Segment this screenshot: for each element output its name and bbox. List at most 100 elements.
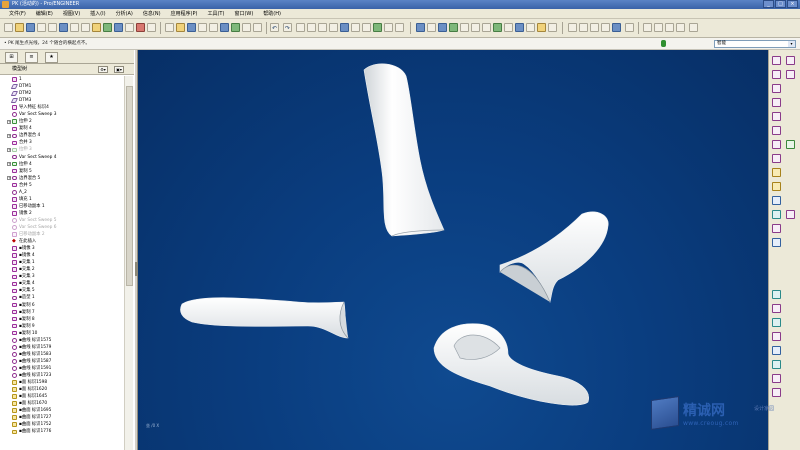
- tree-item[interactable]: intersect-icon▪交集 4: [0, 280, 124, 287]
- tree-item[interactable]: surface-icon▪曲面 标识1752: [0, 421, 124, 428]
- tab-folder-browser[interactable]: ≡: [25, 52, 38, 63]
- select-icon[interactable]: [362, 23, 371, 32]
- tree-item[interactable]: sweep-iconVar Sect Sweep 6: [0, 224, 124, 231]
- undo-icon[interactable]: ↶: [270, 23, 279, 32]
- sketch-icon[interactable]: [70, 23, 79, 32]
- round-tool-icon[interactable]: [772, 290, 781, 299]
- view-manager2-icon[interactable]: [526, 23, 535, 32]
- new-doc-icon[interactable]: [165, 23, 174, 32]
- shell-tool-icon[interactable]: [772, 332, 781, 341]
- zoom-box-icon[interactable]: [114, 23, 123, 32]
- datum-point-tool-icon[interactable]: [772, 84, 781, 93]
- points-tool-icon[interactable]: [772, 140, 781, 149]
- repaint-icon[interactable]: [92, 23, 101, 32]
- layers-icon[interactable]: [515, 23, 524, 32]
- tree-item[interactable]: curve-icon▪曲线 标识1587: [0, 358, 124, 365]
- tab-favorites[interactable]: ★: [45, 52, 58, 63]
- model-setup-icon[interactable]: [136, 23, 145, 32]
- menu-applications[interactable]: 应用程序(P): [166, 9, 203, 19]
- redo-icon[interactable]: ↷: [283, 23, 292, 32]
- graphics-viewport[interactable]: 坐 /0 X: [138, 50, 768, 450]
- menu-view[interactable]: 视图(V): [58, 9, 85, 19]
- layer-icon[interactable]: [147, 23, 156, 32]
- view-manager-icon[interactable]: [125, 23, 134, 32]
- expand-toggle-icon[interactable]: +: [7, 147, 11, 152]
- refit-icon[interactable]: [482, 23, 491, 32]
- save-doc-icon[interactable]: [187, 23, 196, 32]
- tree-item[interactable]: surface-icon▪面 标识1598: [0, 379, 124, 386]
- menu-insert[interactable]: 插入(I): [85, 9, 110, 19]
- tree-item[interactable]: copy-icon复制 4: [0, 125, 124, 132]
- tree-item[interactable]: +extrude-icon拉伸 4: [0, 161, 124, 168]
- open-doc-icon[interactable]: [176, 23, 185, 32]
- tree-item[interactable]: style-icon▪造型 1: [0, 294, 124, 301]
- boundary-tool-icon[interactable]: [786, 210, 795, 219]
- tree-item[interactable]: surface-icon▪曲面 标识1695: [0, 407, 124, 414]
- datum-plane-tool-icon[interactable]: [772, 56, 781, 65]
- coord-sys-icon[interactable]: [676, 23, 685, 32]
- reorient-icon[interactable]: [493, 23, 502, 32]
- print-icon[interactable]: [37, 23, 46, 32]
- tree-filters-button[interactable]: ▣▾: [114, 66, 124, 73]
- rib-tool-icon[interactable]: [772, 346, 781, 355]
- print-doc-icon[interactable]: [198, 23, 207, 32]
- menu-edit[interactable]: 编辑(E): [31, 9, 58, 19]
- draft-tool-icon[interactable]: [772, 318, 781, 327]
- minimize-button[interactable]: _: [763, 0, 774, 8]
- mirror-tool-icon[interactable]: [772, 374, 781, 383]
- tree-item[interactable]: surface-icon▪面 标识1645: [0, 393, 124, 400]
- curve-tool-icon[interactable]: [786, 70, 795, 79]
- tree-settings-button[interactable]: ⚙▾: [98, 66, 108, 73]
- open-file-icon[interactable]: [15, 23, 24, 32]
- chamfer-tool-icon[interactable]: [772, 304, 781, 313]
- tree-item[interactable]: curve-icon▪曲线 标识1591: [0, 365, 124, 372]
- tree-item[interactable]: copy-icon复制 5: [0, 168, 124, 175]
- perspective-icon[interactable]: [548, 23, 557, 32]
- tree-item[interactable]: copy-icon▪复制 8: [0, 316, 124, 323]
- zoom-in-icon[interactable]: [460, 23, 469, 32]
- orient-icon[interactable]: [103, 23, 112, 32]
- datum-axes-icon[interactable]: [449, 23, 458, 32]
- binoculars-icon[interactable]: [373, 23, 382, 32]
- tree-item[interactable]: curve-iconA_2: [0, 189, 124, 196]
- graphics-icon[interactable]: [59, 23, 68, 32]
- email-icon[interactable]: [48, 23, 57, 32]
- tree-item[interactable]: import-feature-icon导入特征 标识4: [0, 104, 124, 111]
- regenerate-icon[interactable]: [253, 23, 262, 32]
- copy-icon[interactable]: [307, 23, 316, 32]
- menu-info[interactable]: 信息(N): [138, 9, 166, 19]
- send-doc-icon[interactable]: [209, 23, 218, 32]
- tree-item[interactable]: surface-icon▪曲面 标识1727: [0, 414, 124, 421]
- paste-special-icon[interactable]: [329, 23, 338, 32]
- tree-item[interactable]: moved-copy-icon已移动副本 2: [0, 231, 124, 238]
- tree-item[interactable]: merge-icon合并 5: [0, 182, 124, 189]
- paste-icon[interactable]: [318, 23, 327, 32]
- delete-icon[interactable]: [340, 23, 349, 32]
- green-feature-icon[interactable]: [786, 140, 795, 149]
- cut-icon[interactable]: [296, 23, 305, 32]
- extrude-tool-icon[interactable]: [772, 168, 781, 177]
- coord-sys-tool-icon[interactable]: [772, 98, 781, 107]
- tree-item[interactable]: merge-icon合并 3: [0, 139, 124, 146]
- tree-item[interactable]: surface-icon▪面 标识1670: [0, 400, 124, 407]
- tree-item[interactable]: surface-icon▪曲面 标识1776: [0, 428, 124, 435]
- revolve-tool-icon[interactable]: [772, 182, 781, 191]
- save-icon[interactable]: [26, 23, 35, 32]
- datum-axis-toggle-icon[interactable]: [654, 23, 663, 32]
- datum-points-icon[interactable]: [665, 23, 674, 32]
- analysis-tool-icon[interactable]: [772, 112, 781, 121]
- new-file-icon[interactable]: [4, 23, 13, 32]
- tree-item[interactable]: curve-icon▪曲线 标识1579: [0, 344, 124, 351]
- datum-planes-icon[interactable]: [643, 23, 652, 32]
- menu-window[interactable]: 窗口(W): [229, 9, 258, 19]
- tree-item[interactable]: datum-plane-iconDTM2: [0, 90, 124, 97]
- graph-icon[interactable]: [384, 23, 393, 32]
- tree-item[interactable]: mirror-icon▪镜像 4: [0, 252, 124, 259]
- maximize-button[interactable]: □: [775, 0, 786, 8]
- zoom-out-icon[interactable]: [471, 23, 480, 32]
- blend-tool-icon[interactable]: [772, 210, 781, 219]
- tree-item[interactable]: curve-icon▪曲线 标识1583: [0, 351, 124, 358]
- tree-item[interactable]: intersect-icon▪交集 3: [0, 273, 124, 280]
- tree-item[interactable]: sweep-iconVar Sect Sweep 3: [0, 111, 124, 118]
- find-icon[interactable]: [351, 23, 360, 32]
